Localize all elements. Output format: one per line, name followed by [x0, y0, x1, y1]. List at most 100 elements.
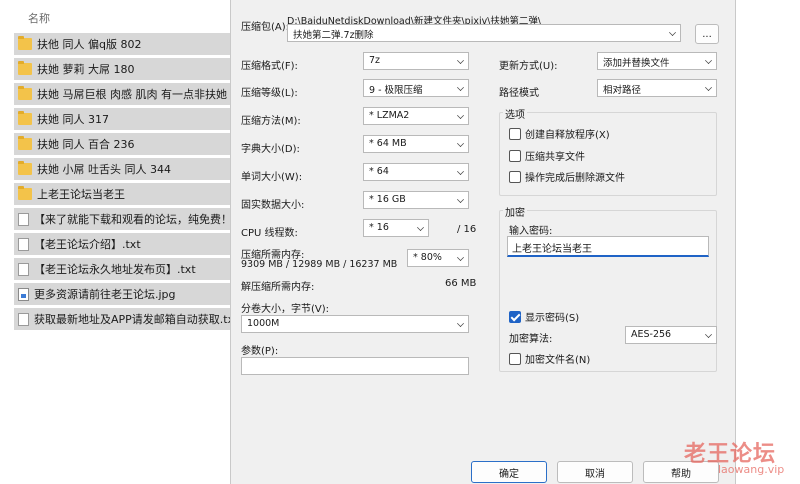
file-name: 扶她 萝莉 大屌 180 [37, 63, 135, 76]
chevron-down-icon [457, 112, 464, 119]
file-row[interactable]: 更多资源请前往老王论坛.jpg [14, 283, 254, 305]
mem-decomp-value: 66 MB [445, 278, 477, 289]
level-value: 9 - 极限压缩 [369, 85, 423, 96]
params-input[interactable] [241, 357, 469, 375]
level-label: 压缩等级(L): [241, 88, 298, 99]
file-row[interactable]: 扶她 马屌巨根 肉感 肌肉 有一点非扶她 536 [14, 83, 254, 105]
file-name: 【老王论坛介绍】.txt [34, 238, 141, 251]
solid-label: 固实数据大小: [241, 200, 305, 211]
format-value: 7z [369, 55, 381, 66]
file-row[interactable]: 【老王论坛介绍】.txt [14, 233, 254, 255]
cancel-button[interactable]: 取消 [557, 461, 633, 483]
mem-percent-select[interactable]: * 80% [407, 249, 469, 267]
enc-method-select[interactable]: AES-256 [625, 326, 717, 344]
chevron-down-icon [417, 224, 424, 231]
chevron-down-icon [457, 320, 464, 327]
chevron-down-icon [457, 196, 464, 203]
folder-icon [18, 61, 32, 75]
file-row[interactable]: 【来了就能下载和观看的论坛，纯免费！】.txt [14, 208, 254, 230]
file-name: 扶她 同人 百合 236 [37, 138, 135, 151]
file-name: 【老王论坛永久地址发布页】.txt [34, 263, 196, 276]
image-file-icon [18, 287, 29, 301]
text-file-icon [18, 237, 29, 251]
mem-percent-value: * 80% [413, 252, 442, 263]
encrypt-names-checkbox[interactable]: 加密文件名(N) [509, 351, 590, 366]
word-select[interactable]: * 64 [363, 163, 469, 181]
encrypt-names-label: 加密文件名(N) [525, 355, 591, 366]
method-select[interactable]: * LZMA2 [363, 107, 469, 125]
level-select[interactable]: 9 - 极限压缩 [363, 79, 469, 97]
sfx-checkbox[interactable]: 创建自释放程序(X) [509, 126, 610, 141]
file-name: 【来了就能下载和观看的论坛，纯免费！】.txt [34, 213, 254, 226]
file-name: 扶她 小屌 吐舌头 同人 344 [37, 163, 171, 176]
checkbox-box [509, 127, 521, 140]
mem-comp-value: 9309 MB / 12989 MB / 16237 MB [241, 259, 398, 270]
chevron-down-icon [457, 168, 464, 175]
update-label: 更新方式(U): [499, 61, 558, 72]
shared-label: 压缩共享文件 [525, 152, 585, 163]
split-label: 分卷大小，字节(V): [241, 304, 330, 315]
folder-icon [18, 86, 32, 100]
dict-value: * 64 MB [369, 138, 407, 149]
archive-label: 压缩包(A): [241, 22, 290, 33]
encryption-title: 加密 [503, 204, 527, 219]
file-name: 扶她 同人 317 [37, 113, 109, 126]
method-label: 压缩方法(M): [241, 116, 301, 127]
dict-label: 字典大小(D): [241, 144, 300, 155]
mem-decomp-label: 解压缩所需内存: [241, 282, 315, 293]
split-combo[interactable]: 1000M [241, 315, 469, 333]
file-row[interactable]: 上老王论坛当老王 [14, 183, 254, 205]
path-mode-select[interactable]: 相对路径 [597, 79, 717, 97]
file-row[interactable]: 扶他 同人 偏q版 802 [14, 33, 254, 55]
update-select[interactable]: 添加并替换文件 [597, 52, 717, 70]
file-row[interactable]: 扶她 同人 百合 236 [14, 133, 254, 155]
password-input[interactable]: 上老王论坛当老王 [507, 236, 709, 257]
ok-button[interactable]: 确定 [471, 461, 547, 483]
dict-select[interactable]: * 64 MB [363, 135, 469, 153]
file-name: 更多资源请前往老王论坛.jpg [34, 288, 176, 301]
chevron-down-icon [705, 57, 712, 64]
file-name: 扶她 马屌巨根 肉感 肌肉 有一点非扶她 536 [37, 88, 252, 101]
threads-total: / 16 [457, 224, 477, 235]
file-name: 上老王论坛当老王 [37, 188, 125, 201]
solid-value: * 16 GB [369, 194, 406, 205]
threads-label: CPU 线程数: [241, 228, 298, 239]
path-mode-label: 路径模式 [499, 88, 539, 99]
explorer-panel: 名称 扶他 同人 偏q版 802 扶她 萝莉 大屌 180 扶她 马屌巨根 肉感 肌… [0, 0, 254, 484]
chevron-down-icon [457, 140, 464, 147]
chevron-down-icon [457, 57, 464, 64]
show-password-checkbox[interactable]: 显示密码(S) [509, 309, 579, 324]
checkbox-box [509, 170, 521, 183]
archive-name-value: 扶她第二弹.7z删除 [293, 30, 374, 41]
params-label: 参数(P): [241, 346, 279, 357]
file-row[interactable]: 扶她 小屌 吐舌头 同人 344 [14, 158, 254, 180]
chevron-down-icon [705, 84, 712, 91]
file-row[interactable]: 【老王论坛永久地址发布页】.txt [14, 258, 254, 280]
shared-checkbox[interactable]: 压缩共享文件 [509, 148, 585, 163]
folder-icon [18, 111, 32, 125]
threads-select[interactable]: * 16 [363, 219, 429, 237]
browse-button[interactable]: ... [695, 24, 719, 44]
file-row[interactable]: 扶她 同人 317 [14, 108, 254, 130]
folder-icon [18, 36, 32, 50]
update-value: 添加并替换文件 [603, 58, 670, 69]
add-to-archive-dialog: 压缩包(A): D:\BaiduNetdiskDownload\新建文件夹\pi… [230, 0, 736, 484]
archive-name-combo[interactable]: 扶她第二弹.7z删除 [287, 24, 681, 42]
chevron-down-icon [705, 331, 712, 338]
options-title: 选项 [503, 106, 527, 121]
column-header-name[interactable]: 名称 [28, 10, 50, 26]
text-file-icon [18, 212, 29, 226]
checkbox-box [509, 352, 521, 365]
file-row[interactable]: 获取最新地址及APP请发邮箱自动获取.txt [14, 308, 254, 330]
chevron-down-icon [457, 84, 464, 91]
enc-method-value: AES-256 [631, 329, 672, 340]
chevron-down-icon [457, 254, 464, 261]
show-password-label: 显示密码(S) [525, 313, 580, 324]
file-row[interactable]: 扶她 萝莉 大屌 180 [14, 58, 254, 80]
password-label: 输入密码: [509, 226, 553, 237]
format-select[interactable]: 7z [363, 52, 469, 70]
delete-source-checkbox[interactable]: 操作完成后删除源文件 [509, 169, 625, 184]
checkbox-box [509, 149, 521, 162]
folder-icon [18, 161, 32, 175]
solid-select[interactable]: * 16 GB [363, 191, 469, 209]
